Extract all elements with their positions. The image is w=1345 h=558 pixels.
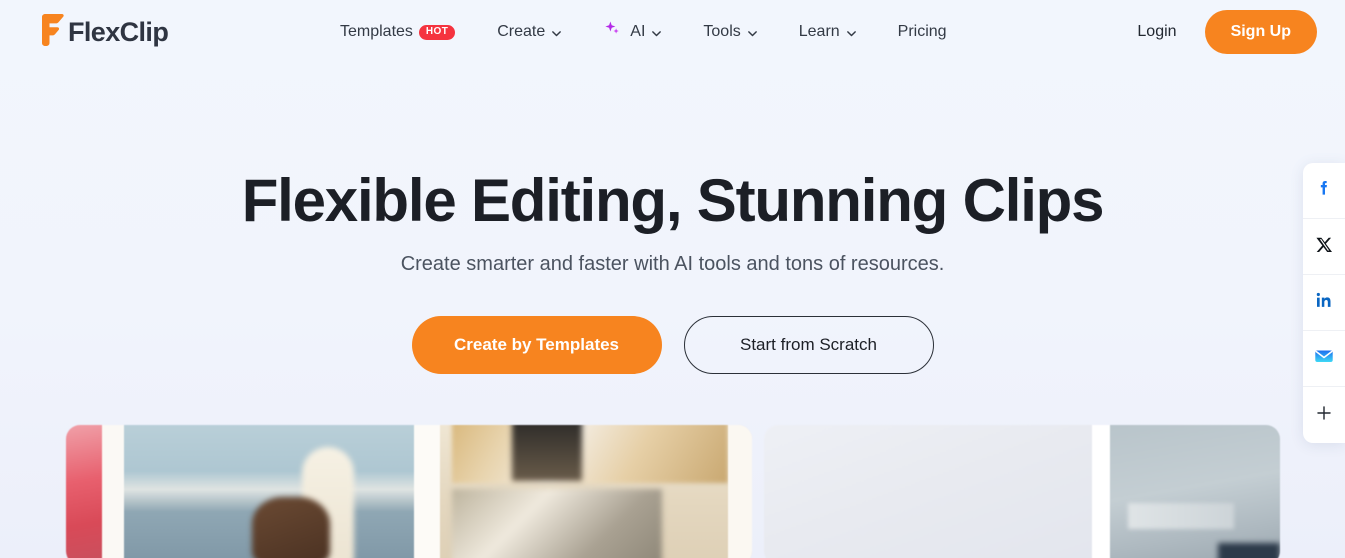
social-share-rail bbox=[1303, 163, 1345, 443]
share-more-button[interactable] bbox=[1303, 387, 1345, 443]
nav-item-tools[interactable]: Tools bbox=[682, 0, 777, 64]
flexclip-landing-page: FlexClip Templates HOT Create AI Tools L… bbox=[0, 0, 1345, 558]
hero-cta-group: Create by Templates Start from Scratch bbox=[0, 316, 1345, 374]
template-card-beach-collage[interactable] bbox=[66, 425, 752, 558]
header-actions: Login Sign Up bbox=[1127, 0, 1317, 64]
nav-label-pricing: Pricing bbox=[897, 23, 947, 40]
template-card-interior[interactable] bbox=[764, 425, 1280, 558]
main-navigation: Templates HOT Create AI Tools Learn Pric… bbox=[340, 0, 968, 64]
x-icon bbox=[1315, 236, 1333, 258]
sparkle-icon bbox=[603, 20, 623, 45]
chevron-down-icon bbox=[846, 26, 856, 37]
share-facebook-button[interactable] bbox=[1303, 163, 1345, 219]
page-title: Flexible Editing, Stunning Clips bbox=[241, 167, 1105, 234]
nav-item-learn[interactable]: Learn bbox=[778, 0, 877, 64]
create-by-templates-button[interactable]: Create by Templates bbox=[411, 316, 662, 374]
nav-label-create: Create bbox=[497, 23, 546, 40]
card-image-interior bbox=[764, 425, 1280, 558]
nav-item-templates[interactable]: Templates HOT bbox=[340, 0, 476, 64]
chevron-down-icon bbox=[747, 26, 757, 37]
share-linkedin-button[interactable] bbox=[1303, 275, 1345, 331]
nav-label-ai: AI bbox=[630, 23, 646, 40]
chevron-down-icon bbox=[551, 26, 562, 37]
plus-icon bbox=[1315, 404, 1333, 427]
share-email-button[interactable] bbox=[1303, 331, 1345, 387]
login-link[interactable]: Login bbox=[1127, 17, 1186, 47]
nav-label-templates: Templates bbox=[340, 23, 413, 40]
email-icon bbox=[1313, 345, 1335, 372]
brand-name: FlexClip bbox=[68, 17, 169, 47]
start-from-scratch-button[interactable]: Start from Scratch bbox=[683, 316, 934, 374]
site-header: FlexClip Templates HOT Create AI Tools L… bbox=[0, 0, 1345, 64]
nav-item-pricing[interactable]: Pricing bbox=[877, 0, 968, 64]
linkedin-icon bbox=[1314, 290, 1334, 315]
nav-item-ai[interactable]: AI bbox=[582, 0, 682, 64]
signup-button[interactable]: Sign Up bbox=[1204, 10, 1317, 54]
share-x-button[interactable] bbox=[1303, 219, 1345, 275]
flexclip-f-mark-icon bbox=[36, 13, 66, 52]
hot-badge: HOT bbox=[418, 24, 456, 40]
template-carousel bbox=[66, 425, 1280, 558]
chevron-down-icon bbox=[651, 26, 662, 37]
nav-label-tools: Tools bbox=[703, 23, 741, 40]
brand-logo[interactable]: FlexClip bbox=[36, 13, 169, 52]
card-image-beach-collage bbox=[66, 425, 752, 558]
hero-subtitle: Create smarter and faster with AI tools … bbox=[400, 253, 945, 275]
nav-item-create[interactable]: Create bbox=[476, 0, 582, 64]
nav-label-learn: Learn bbox=[798, 23, 840, 40]
facebook-icon bbox=[1314, 178, 1334, 203]
